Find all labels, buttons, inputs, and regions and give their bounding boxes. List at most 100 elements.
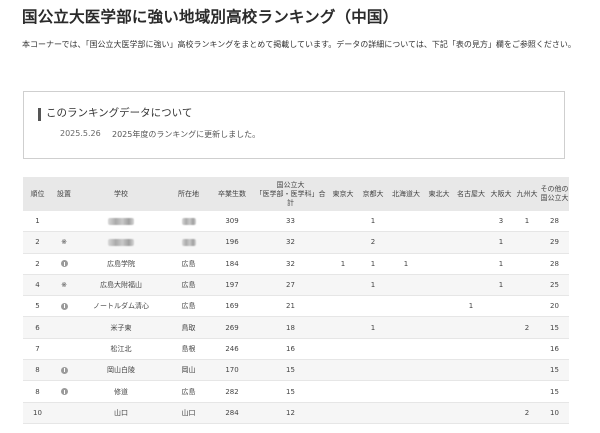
cell-graduates: 170 [211,359,253,382]
cell-school[interactable]: 米子東 [76,316,166,339]
cell-kyoto: 2 [358,231,388,254]
cell-kyoto: 1 [358,274,388,297]
cell-hokkaido [388,359,424,382]
cell-hokkaido [388,274,424,297]
header-kyoto[interactable]: 京都大 [358,177,388,211]
header-kyushu[interactable]: 九州大 [514,177,540,211]
cell-kyushu [514,253,540,275]
cell-total: 21 [253,295,328,318]
cell-location: 山口 [166,402,211,424]
cell-graduates: 282 [211,380,253,403]
header-rank[interactable]: 順位 [23,177,52,211]
cell-tohoku [424,316,454,339]
header-location[interactable]: 所在地 [166,177,211,211]
cell-graduates: 284 [211,402,253,424]
cell-other: 29 [540,231,569,254]
cell-tohoku [424,295,454,318]
cell-hokkaido [388,211,424,233]
header-graduates[interactable]: 卒業生数 [211,177,253,211]
cell-nagoya [454,359,488,382]
cell-graduates: 309 [211,211,253,233]
cell-location-blurred [166,211,211,233]
cell-graduates: 196 [211,231,253,254]
cell-hokkaido [388,295,424,318]
cell-total: 32 [253,231,328,254]
header-total-line2: 「医学部・医学科」合計 [255,189,326,207]
cell-type [52,295,76,318]
cell-rank: 1 [23,211,52,233]
cell-hokkaido: 1 [388,253,424,275]
cell-school[interactable]: ノートルダム清心 [76,295,166,318]
cell-total: 15 [253,380,328,403]
ranking-info-box: このランキングデータについて 2025.5.26 2025年度のランキングに更新… [23,91,565,159]
blurred-text [181,238,196,246]
cell-rank: 8 [23,380,52,403]
cell-tokyo [328,316,358,339]
cell-other: 15 [540,380,569,403]
blurred-text [181,217,196,225]
cell-total: 32 [253,253,328,275]
cell-graduates: 246 [211,338,253,361]
header-nagoya[interactable]: 名古屋大 [454,177,488,211]
cell-osaka [488,402,514,424]
header-other[interactable]: その他の 国公立大 [540,177,569,211]
cell-school[interactable]: 松江北 [76,338,166,361]
cell-nagoya [454,211,488,233]
cell-type [52,338,76,361]
cell-tohoku [424,359,454,382]
cell-tokyo [328,231,358,254]
header-tokyo[interactable]: 東京大 [328,177,358,211]
cell-school[interactable]: 山口 [76,402,166,424]
cell-hokkaido [388,402,424,424]
cell-graduates: 197 [211,274,253,297]
cell-tohoku [424,338,454,361]
header-osaka[interactable]: 大阪大 [488,177,514,211]
info-heading: このランキングデータについて [46,107,193,119]
cell-type [52,359,76,382]
header-type[interactable]: 設置 [52,177,76,211]
cell-tohoku [424,402,454,424]
header-tohoku[interactable]: 東北大 [424,177,454,211]
cell-location: 広島 [166,274,211,297]
cell-kyushu: 1 [514,211,540,233]
table-row: 10 山口 山口 284 12 2 10 [23,402,569,424]
cell-osaka: 1 [488,231,514,254]
blurred-text [108,217,134,225]
cell-hokkaido [388,231,424,254]
cell-nagoya [454,380,488,403]
heading-accent-bar [38,108,41,121]
cell-type: ※ [52,231,76,254]
header-other-line1: その他の [540,185,569,193]
cell-osaka [488,295,514,318]
cell-school[interactable]: 岡山白陵 [76,359,166,382]
cell-tokyo: 1 [328,253,358,275]
cell-rank: 10 [23,402,52,424]
header-total-line1: 国公立大 [276,180,305,189]
cell-location: 島根 [166,338,211,361]
cell-kyushu [514,380,540,403]
cell-tokyo [328,402,358,424]
header-school[interactable]: 学校 [76,177,166,211]
cell-osaka: 1 [488,253,514,275]
cell-other: 28 [540,211,569,233]
cell-school[interactable]: 修道 [76,380,166,403]
cell-rank: 2 [23,231,52,254]
cell-graduates: 169 [211,295,253,318]
cell-type [52,402,76,424]
header-hokkaido[interactable]: 北海道大 [388,177,424,211]
cell-location: 鳥取 [166,316,211,339]
cell-location: 広島 [166,295,211,318]
header-other-line2: 国公立大 [540,194,569,202]
cell-kyushu: 2 [514,316,540,339]
cell-tokyo [328,359,358,382]
cell-rank: 6 [23,316,52,339]
cell-tohoku [424,253,454,275]
cell-school[interactable]: 広島学院 [76,253,166,275]
header-total[interactable]: 国公立大 「医学部・医学科」合計 [253,177,328,211]
cell-total: 12 [253,402,328,424]
cell-nagoya [454,253,488,275]
cell-other: 15 [540,359,569,382]
cell-school[interactable]: 広島大附福山 [76,274,166,297]
cell-other: 16 [540,338,569,361]
table-row: 4 ※ 広島大附福山 広島 197 27 1 1 25 [23,274,569,297]
